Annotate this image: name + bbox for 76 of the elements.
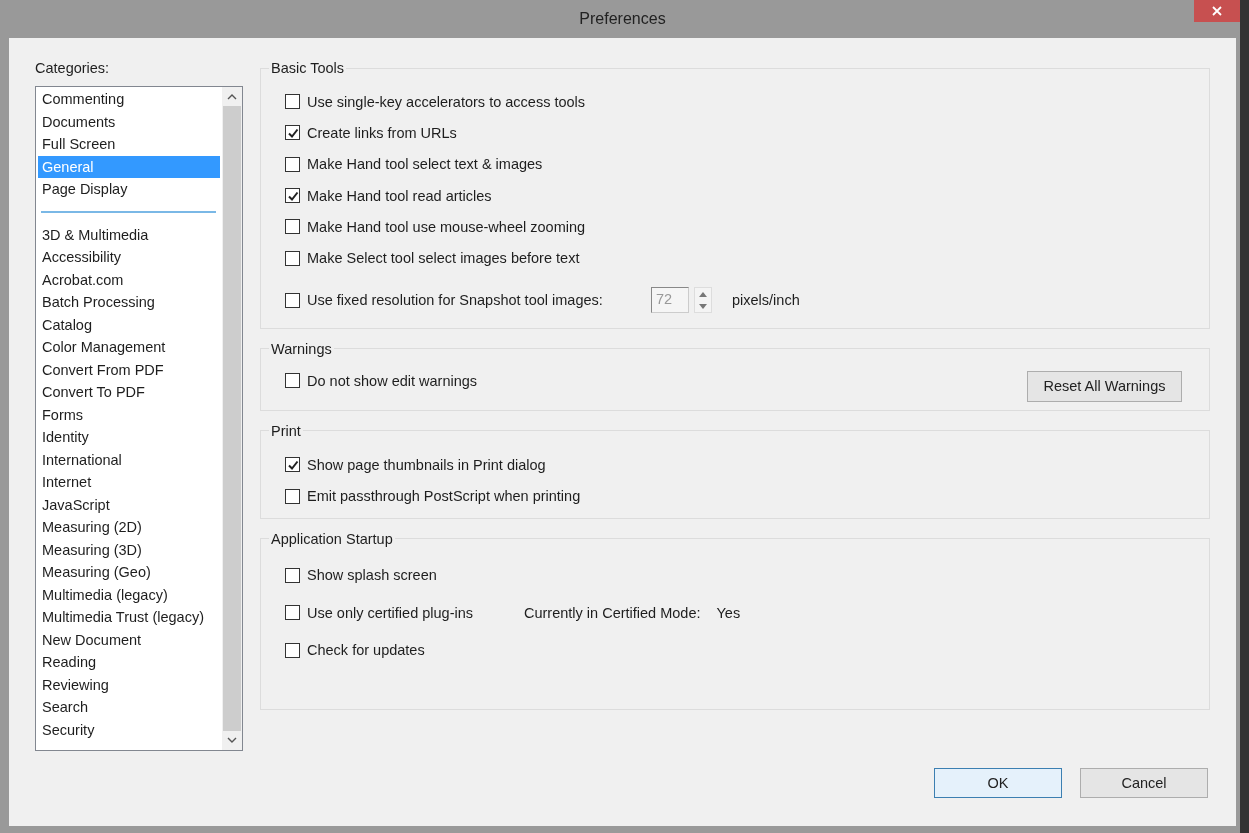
category-item[interactable]: JavaScript [38,493,220,516]
checkbox[interactable] [285,642,300,658]
category-item[interactable]: Page Display [38,178,220,201]
category-item[interactable]: Internet [38,471,220,494]
checkmark-icon [286,189,299,202]
category-item[interactable]: Multimedia (legacy) [38,583,220,606]
checkbox-label: Show page thumbnails in Print dialog [307,456,546,473]
scroll-down-icon[interactable] [227,737,237,744]
spin-buttons[interactable] [694,287,712,314]
category-item[interactable]: Convert From PDF [38,358,220,381]
checkbox-label: Make Hand tool select text & images [307,156,543,173]
checkbox-label: Emit passthrough PostScript when printing [307,488,581,505]
category-item[interactable]: Color Management [38,336,220,359]
checkbox[interactable] [285,94,300,110]
cancel-button[interactable]: Cancel [1080,768,1208,798]
checkbox-label: Make Hand tool use mouse-wheel zooming [307,218,586,235]
checkbox-label: Use single-key accelerators to access tools [307,93,586,110]
checkbox[interactable] [285,219,300,235]
checkbox-label: Do not show edit warnings [307,372,478,389]
checkbox-label: Make Select tool select images before text [307,250,580,267]
category-item[interactable]: Convert To PDF [38,381,220,404]
category-item[interactable]: Commenting [38,88,220,111]
category-item[interactable]: Measuring (3D) [38,538,220,561]
category-item[interactable]: 3D & Multimedia [38,223,220,246]
category-item[interactable]: Measuring (2D) [38,516,220,539]
checkbox-label: Show splash screen [307,567,437,584]
category-item[interactable]: Batch Processing [38,291,220,314]
reset-warnings-button[interactable]: Reset All Warnings [1027,370,1182,402]
checkmark-icon [286,126,299,139]
group-title: Print [270,422,302,439]
category-item[interactable]: Reviewing [38,673,220,696]
category-item[interactable]: Documents [38,110,220,133]
checkbox[interactable] [285,250,300,266]
info-label: Currently in Certified Mode: [524,604,701,621]
category-item[interactable]: Measuring (Geo) [38,561,220,584]
scrollbar[interactable] [222,87,242,750]
checkbox-label: Make Hand tool read articles [307,187,492,204]
category-item[interactable]: Full Screen [38,133,220,156]
category-item[interactable]: Catalog [38,313,220,336]
group-title: Warnings [270,340,333,357]
category-item[interactable]: New Document [38,628,220,651]
checkbox[interactable] [285,373,300,389]
checkbox[interactable] [285,457,300,473]
down-arrow-icon[interactable] [699,303,707,309]
scroll-up-icon[interactable] [227,93,237,100]
scroll-thumb[interactable] [223,106,241,731]
checkbox-label: Check for updates [307,642,425,658]
group-title: Application Startup [270,530,394,547]
category-item[interactable]: Reading [38,651,220,674]
category-item[interactable]: Security [38,718,220,741]
checkbox[interactable] [285,125,300,141]
ok-button[interactable]: OK [934,768,1062,798]
info-value: Yes [716,604,741,621]
checkbox[interactable] [285,605,300,621]
close-icon [1211,5,1223,17]
group-title: Basic Tools [270,60,346,76]
checkbox-label: Create links from URLs [307,124,457,141]
checkbox[interactable] [285,156,300,172]
category-item[interactable]: Accessibility [38,246,220,269]
checkbox[interactable] [285,488,300,504]
category-item[interactable]: Multimedia Trust (legacy) [38,606,220,629]
up-arrow-icon[interactable] [699,291,707,297]
category-item[interactable]: Acrobat.com [38,268,220,291]
category-item[interactable]: International [38,448,220,471]
checkbox[interactable] [285,188,300,204]
window-title: Preferences [579,10,666,28]
checkmark-icon [286,458,299,471]
category-item[interactable]: Identity [38,426,220,449]
category-item[interactable]: Search [38,696,220,719]
categories-label: Categories: [35,60,111,76]
checkbox-label: Use fixed resolution for Snapshot tool images: [307,292,604,309]
unit-label: pixels/inch [732,292,800,309]
checkbox[interactable] [285,567,300,583]
category-item[interactable]: Forms [38,403,220,426]
checkbox-label: Use only certified plug-ins [307,604,475,621]
close-button[interactable] [1194,0,1240,22]
